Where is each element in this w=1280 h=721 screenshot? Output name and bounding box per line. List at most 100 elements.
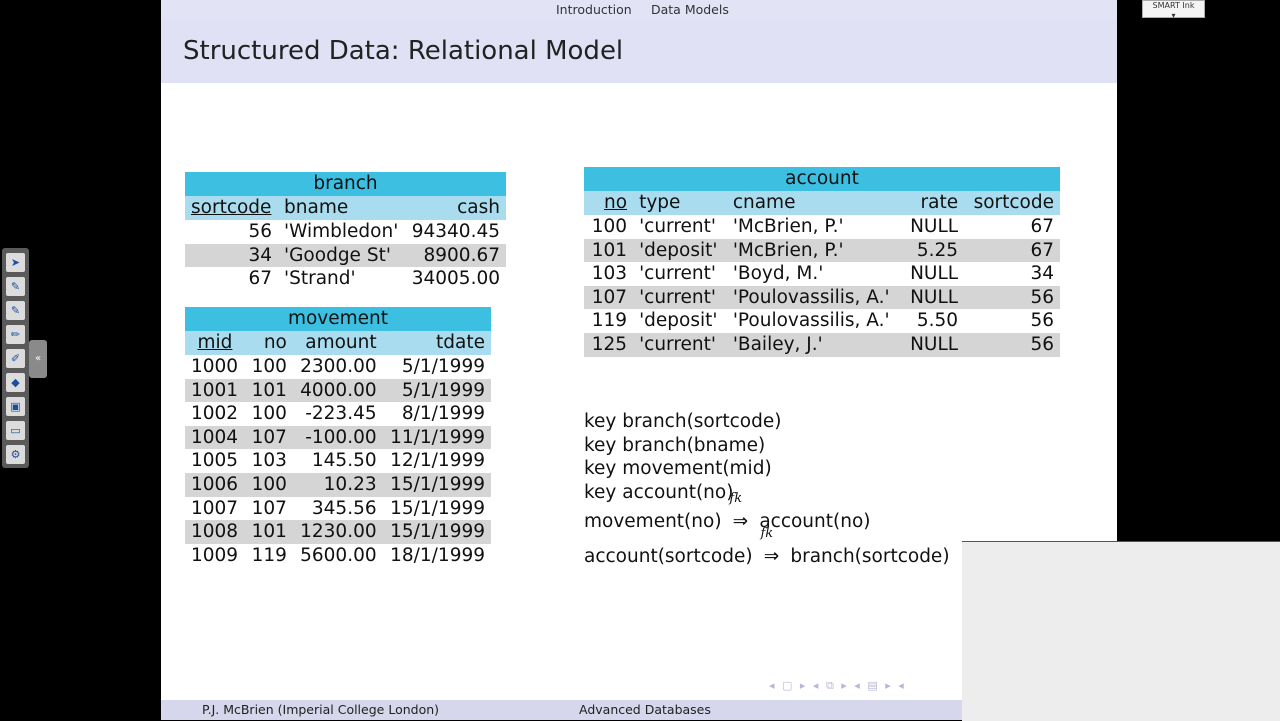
table-cell: 'Goodge St' bbox=[278, 243, 406, 268]
table-cell: 100 bbox=[251, 403, 287, 425]
keyboard-icon[interactable]: ▭ bbox=[6, 421, 25, 440]
smart-ink-label: SMART Ink bbox=[1152, 1, 1195, 10]
eraser-icon[interactable]: ◆ bbox=[6, 373, 25, 392]
nav-data-models[interactable]: Data Models bbox=[651, 2, 729, 17]
table-cell: 'current' bbox=[639, 263, 716, 285]
table-cell: 1007 bbox=[191, 497, 239, 519]
table-cell: 1001 bbox=[185, 378, 245, 403]
column-header: cash bbox=[405, 196, 506, 220]
table-cell: 'deposit' bbox=[639, 310, 718, 332]
table-cell: 5.25 bbox=[901, 238, 965, 263]
table-cell: NULL bbox=[901, 285, 965, 310]
foreign-key-constraint: account(sortcode) fk ⇒ branch(sortcode) bbox=[584, 527, 950, 574]
table-row: 1005 103 145.50 12/1/1999 bbox=[185, 449, 491, 473]
settings-icon[interactable]: ⚙ bbox=[6, 445, 25, 464]
table-cell: 4000.00 bbox=[292, 378, 383, 403]
table-cell: 'Strand' bbox=[284, 268, 356, 290]
table-cell: 'deposit' bbox=[633, 238, 727, 263]
table-cell: 1005 bbox=[191, 450, 239, 472]
table-cell: 34 bbox=[1030, 263, 1054, 285]
table-cell: 'Bailey, J.' bbox=[726, 332, 902, 357]
table-cell: 8/1/1999 bbox=[401, 403, 485, 425]
table-row: 56 'Wimbledon' 94340.45 bbox=[185, 220, 506, 244]
pen-icon[interactable]: ✐ bbox=[6, 349, 25, 368]
table-cell: 103 bbox=[251, 450, 287, 472]
column-header: mid bbox=[185, 331, 245, 355]
table-cell: -100.00 bbox=[292, 425, 383, 450]
table-cell: 67 bbox=[248, 268, 273, 290]
table-cell: 107 bbox=[244, 425, 293, 450]
footer-course: Advanced Databases bbox=[579, 702, 711, 717]
column-header: tdate bbox=[382, 331, 491, 355]
pen-icon[interactable]: ✎ bbox=[6, 277, 25, 296]
table-caption: movement bbox=[185, 307, 491, 331]
table-cell: 103 bbox=[591, 263, 628, 285]
table-row: 1004 107 -100.00 11/1/1999 bbox=[185, 425, 491, 450]
table-row: 101'deposit' 'McBrien, P.' 5.25 67 bbox=[584, 238, 1060, 263]
table-cell: -223.45 bbox=[305, 403, 377, 425]
fk-target: branch(sortcode) bbox=[790, 546, 950, 568]
table-cell: 100 bbox=[251, 356, 287, 377]
constraints-list: key branch(sortcode) key branch(bname) k… bbox=[584, 410, 950, 574]
section-navigation: Introduction Data Models bbox=[161, 0, 1117, 20]
table-cell: 'Wimbledon' bbox=[284, 221, 399, 242]
note-icon[interactable]: ▣ bbox=[6, 397, 25, 416]
nav-introduction[interactable]: Introduction bbox=[556, 2, 632, 17]
table-cell: 2300.00 bbox=[300, 356, 377, 377]
table-cell: 67 bbox=[964, 238, 1060, 263]
table-row: 1006 100 10.23 15/1/1999 bbox=[185, 472, 491, 497]
table-cell: 5/1/1999 bbox=[401, 356, 485, 377]
table-cell: 'Poulovassilis, A.' bbox=[726, 285, 902, 310]
fk-label: fk bbox=[760, 526, 774, 542]
fk-arrow-icon: fk ⇒ bbox=[729, 491, 749, 533]
table-cell: 119 bbox=[251, 544, 287, 566]
table-row: 1007 107 345.56 15/1/1999 bbox=[185, 497, 491, 521]
table-row: 67 'Strand' 34005.00 bbox=[185, 267, 506, 291]
table-row: 34 'Goodge St' 8900.67 bbox=[185, 243, 506, 268]
table-row: 1000 100 2300.00 5/1/1999 bbox=[185, 355, 491, 379]
fk-label: fk bbox=[729, 491, 743, 507]
table-cell: 34005.00 bbox=[411, 268, 500, 290]
table-cell: 101 bbox=[244, 378, 293, 403]
column-header: no bbox=[244, 331, 293, 355]
table-cell: 1009 bbox=[191, 544, 239, 566]
beamer-navigation-icons[interactable]: ◂ ▢ ▸ ◂ ⧉ ▸ ◂ ▤ ▸ ◂ bbox=[769, 679, 906, 693]
table-cell: 12/1/1999 bbox=[390, 450, 485, 472]
movement-table: movement mid no amount tdate 1000 100 2300… bbox=[185, 307, 491, 567]
table-cell: 56 bbox=[248, 221, 273, 242]
table-cell: 145.50 bbox=[311, 450, 377, 472]
table-row: 1009 119 5600.00 18/1/1999 bbox=[185, 544, 491, 568]
table-cell: 'current' bbox=[633, 285, 727, 310]
table-cell: 15/1/1999 bbox=[382, 472, 491, 497]
table-cell: 94340.45 bbox=[411, 221, 500, 242]
table-cell: 1006 bbox=[185, 472, 245, 497]
table-cell: 100 bbox=[244, 472, 293, 497]
table-caption: account bbox=[584, 167, 1060, 191]
table-cell: 'current' bbox=[633, 332, 727, 357]
smart-ink-button[interactable]: SMART Ink ▾ bbox=[1142, 0, 1205, 20]
pointer-icon[interactable]: ➤ bbox=[6, 253, 25, 272]
floating-pen-toolbar: ➤ ✎ ✎ ✏ ✐ ◆ ▣ ▭ ⚙ bbox=[2, 248, 29, 468]
table-row: 107'current' 'Poulovassilis, A.' NULL 56 bbox=[584, 285, 1060, 310]
table-cell: 'Boyd, M.' bbox=[732, 263, 824, 285]
table-row: 1002 100 -223.45 8/1/1999 bbox=[185, 402, 491, 426]
table-cell: 'McBrien, P.' bbox=[732, 216, 844, 237]
table-cell: 1230.00 bbox=[292, 520, 383, 544]
table-cell: 11/1/1999 bbox=[382, 425, 491, 450]
highlighter-icon[interactable]: ✏ bbox=[6, 325, 25, 344]
table-cell: 'McBrien, P.' bbox=[726, 238, 902, 263]
column-header: cname bbox=[726, 191, 902, 215]
table-cell: 1004 bbox=[185, 425, 245, 450]
table-cell: 107 bbox=[251, 497, 287, 519]
table-cell: NULL bbox=[910, 216, 959, 237]
table-cell: 5600.00 bbox=[300, 544, 377, 566]
table-cell: 1002 bbox=[191, 403, 239, 425]
toolbar-collapse-handle[interactable]: « bbox=[29, 340, 47, 378]
column-header: sortcode bbox=[185, 196, 279, 220]
table-cell: 5.50 bbox=[916, 310, 959, 332]
table-cell: 125 bbox=[584, 332, 634, 357]
table-cell: 67 bbox=[1030, 216, 1054, 237]
table-row: 100 'current' 'McBrien, P.' NULL 67 bbox=[584, 215, 1060, 239]
title-bar: Structured Data: Relational Model bbox=[161, 20, 1117, 83]
pen-icon[interactable]: ✎ bbox=[6, 301, 25, 320]
